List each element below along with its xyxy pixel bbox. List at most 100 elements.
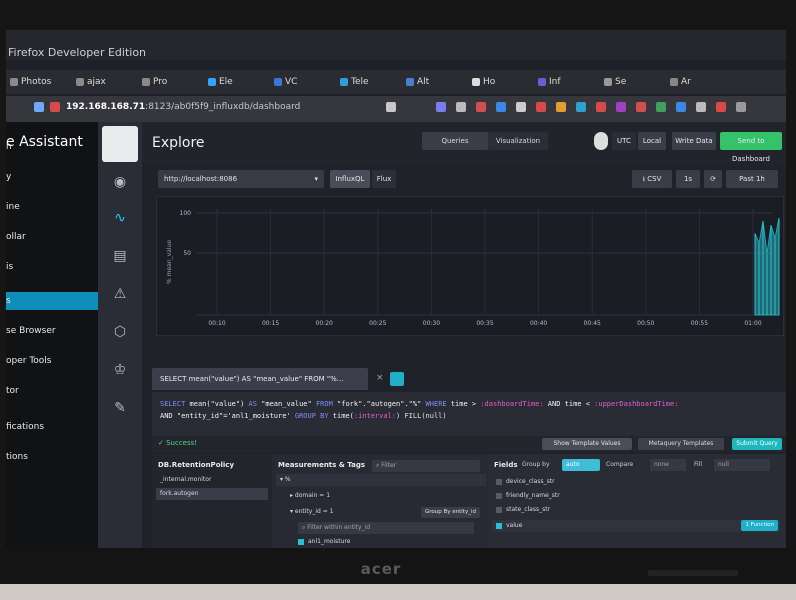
address-bar[interactable]: 192.168.168.71:8123/ab0f5f9_influxdb/das… (6, 96, 786, 122)
extension-icon[interactable] (536, 102, 546, 112)
menu-icon[interactable] (736, 102, 746, 112)
extension-icon[interactable] (596, 102, 606, 112)
close-icon[interactable]: × (376, 373, 384, 383)
window-titlebar: Firefox Developer Edition (6, 30, 786, 60)
crown-icon[interactable]: ♔ (110, 360, 130, 380)
info-icon[interactable] (34, 102, 44, 112)
local-toggle[interactable]: Local (638, 132, 666, 150)
ha-nav-item[interactable]: ine (6, 198, 98, 216)
query-editor[interactable]: SELECT mean("value") AS "mean_value" FRO… (152, 392, 786, 436)
compare-select[interactable]: none (650, 459, 686, 471)
tab-visualization[interactable]: Visualization (488, 132, 548, 150)
tab-1[interactable]: ajax (76, 74, 106, 90)
star-icon[interactable] (386, 102, 396, 112)
tag-icon[interactable]: ⬡ (110, 322, 130, 342)
wrench-icon[interactable]: ✎ (110, 398, 130, 418)
metaquery-templates-select[interactable]: Metaquery Templates (638, 438, 724, 450)
explore-icon[interactable]: ∿ (110, 208, 130, 228)
refresh-icon[interactable]: ⟳ (704, 170, 722, 188)
tag-key-item[interactable]: ▸ domain = 1 (276, 490, 486, 502)
ha-nav-item[interactable]: se Browser (6, 322, 98, 340)
dashboard-icon[interactable]: ▤ (110, 246, 130, 266)
tools-icon[interactable] (476, 102, 486, 112)
show-template-values-button[interactable]: Show Template Values (542, 438, 632, 450)
extension-icon[interactable] (616, 102, 626, 112)
explore-header: Explore Queries Visualization UTC Local … (142, 122, 786, 163)
extension-icon[interactable] (556, 102, 566, 112)
tab-3[interactable]: Ele (208, 74, 233, 90)
tab-8[interactable]: Inf (538, 74, 561, 90)
ha-nav-item[interactable]: tions (6, 448, 98, 466)
datasource-select[interactable]: http://localhost:8086 ▾ (158, 170, 324, 188)
write-data-button[interactable]: Write Data (672, 132, 716, 150)
measurements-filter[interactable]: ⌕ Filter (372, 460, 480, 472)
download-icon[interactable] (456, 102, 466, 112)
tag-value-filter[interactable]: ⌕ Filter within entity_id (298, 522, 474, 534)
measurement-item[interactable]: ▾ % (276, 474, 486, 486)
home-icon[interactable] (516, 102, 526, 112)
ha-nav-item[interactable]: fications (6, 418, 98, 436)
extension-icon[interactable] (716, 102, 726, 112)
extension-icon[interactable] (496, 102, 506, 112)
tab-0[interactable]: Photos (10, 74, 51, 90)
status-success: ✓ Success! (158, 439, 198, 447)
tab-6[interactable]: Alt (406, 74, 429, 90)
send-dashboard-button[interactable]: Send to Dashboard (720, 132, 782, 163)
tab-4[interactable]: VC (274, 74, 297, 90)
group-by-entity-button[interactable]: Group By entity_id (420, 507, 480, 518)
tab-7[interactable]: Ho (472, 74, 495, 90)
tab-queries[interactable]: Queries (422, 132, 488, 150)
fill-select[interactable]: null (714, 459, 770, 471)
submit-query-button[interactable]: Submit Query (732, 438, 782, 450)
ha-nav-item[interactable]: ollar (6, 228, 98, 246)
field-item[interactable]: friendly_name_str (492, 490, 780, 502)
clock-icon[interactable] (594, 132, 608, 150)
x-tick-label: 00:30 (423, 320, 440, 327)
field-item[interactable]: state_class_str (492, 504, 780, 516)
influx-sidebar: ◉ ∿ ▤ ⚠ ⬡ ♔ ✎ (98, 122, 142, 548)
tab-label: Photos (21, 77, 52, 87)
extension-icon[interactable] (676, 102, 686, 112)
extension-icon[interactable] (636, 102, 646, 112)
ha-nav-item[interactable]: tor (6, 382, 98, 400)
function-button[interactable]: 1 Function (741, 520, 778, 531)
compare-label: Compare (606, 461, 634, 468)
ha-nav-item[interactable]: oper Tools (6, 352, 98, 370)
tab-10[interactable]: Ar (670, 74, 691, 90)
field-item[interactable]: device_class_str (492, 476, 780, 488)
query-tab[interactable]: SELECT mean("value") AS "mean_value" FRO… (152, 368, 368, 390)
utc-toggle[interactable]: UTC (612, 132, 636, 150)
extension-icon[interactable] (436, 102, 446, 112)
csv-download-button[interactable]: ⭳ CSV (632, 170, 672, 188)
ha-nav-item[interactable]: is (6, 258, 98, 276)
x-tick-label: 00:40 (530, 320, 547, 327)
tab-5[interactable]: Tele (340, 74, 369, 90)
influxql-toggle[interactable]: InfluxQL (330, 170, 370, 188)
tab-label: Inf (549, 77, 561, 87)
db-item[interactable]: fork.autogen (156, 488, 268, 500)
tab-favicon-icon (274, 77, 282, 86)
url-text[interactable]: 192.168.168.71:8123/ab0f5f9_influxdb/das… (66, 102, 300, 112)
ha-nav-item[interactable]: y (6, 168, 98, 186)
extension-icon[interactable] (696, 102, 706, 112)
tab-9[interactable]: Se (604, 74, 626, 90)
flux-toggle[interactable]: Flux (372, 170, 396, 188)
ha-nav-item[interactable]: s (6, 292, 98, 310)
x-tick-label: 00:20 (316, 320, 333, 327)
group-by-select[interactable]: auto (562, 459, 600, 471)
group-by-label: Group by (522, 461, 550, 468)
eye-icon[interactable]: ◉ (110, 172, 130, 192)
db-item[interactable]: _internal.monitor (156, 474, 268, 486)
refresh-select[interactable]: 1s (676, 170, 700, 188)
extension-icon[interactable] (576, 102, 586, 112)
tab-2[interactable]: Pro (142, 74, 167, 90)
time-range-select[interactable]: Past 1h (726, 170, 778, 188)
alert-icon[interactable]: ⚠ (110, 284, 130, 304)
tag-value-item[interactable]: anl1_moisture (276, 536, 476, 548)
ha-nav-item[interactable]: h (6, 138, 98, 156)
add-query-button[interactable] (390, 372, 404, 386)
influx-logo[interactable] (102, 126, 138, 162)
y-axis-label: % mean_value (166, 240, 173, 284)
field-item[interactable]: value (492, 520, 780, 532)
extension-icon[interactable] (656, 102, 666, 112)
